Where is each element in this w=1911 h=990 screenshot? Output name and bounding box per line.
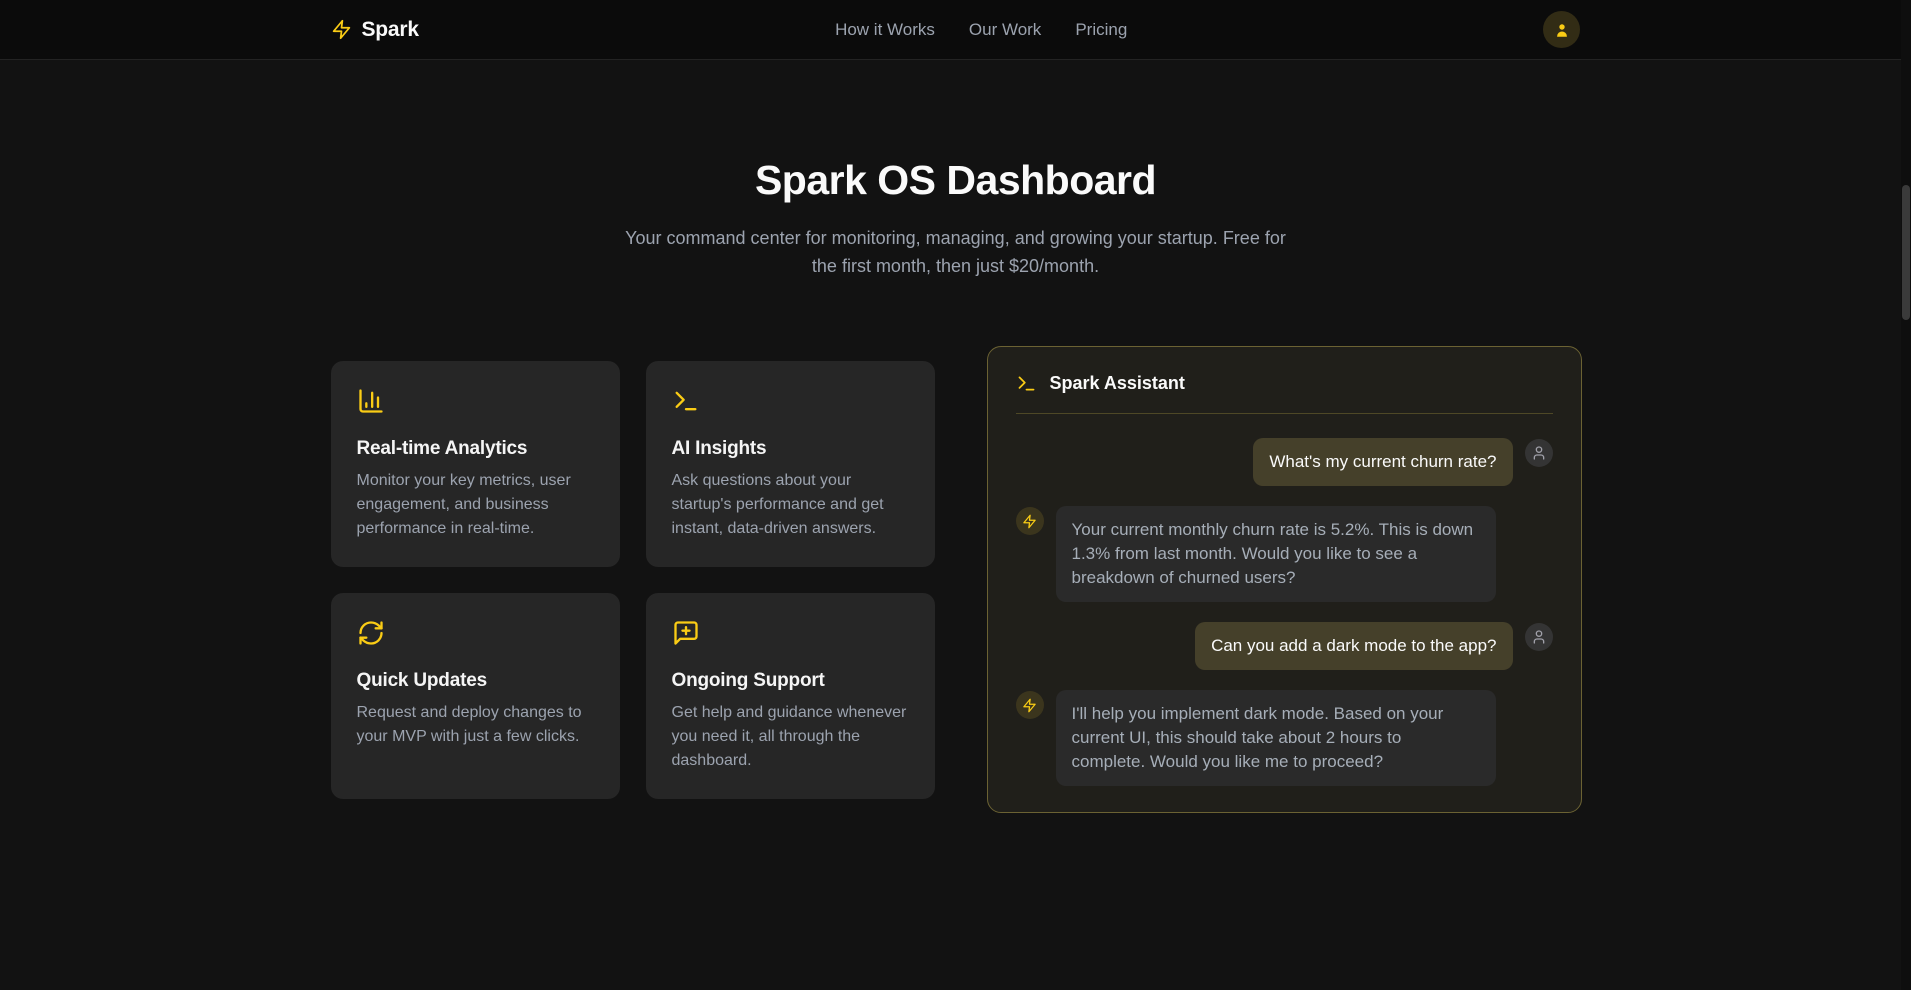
brand-logo[interactable]: Spark <box>331 18 419 42</box>
account-avatar-button[interactable] <box>1543 11 1580 48</box>
bar-chart-icon <box>357 387 594 420</box>
feature-card-ai-insights: AI Insights Ask questions about your sta… <box>646 361 935 567</box>
assistant-message-bubble: Your current monthly churn rate is 5.2%.… <box>1056 506 1496 602</box>
feature-title: AI Insights <box>672 438 909 460</box>
hero-section: Spark OS Dashboard Your command center f… <box>0 60 1911 280</box>
chat-message-assistant: I'll help you implement dark mode. Based… <box>1016 690 1553 786</box>
feature-title: Quick Updates <box>357 670 594 692</box>
user-icon <box>1553 21 1571 39</box>
refresh-icon <box>357 619 594 652</box>
user-message-bubble: Can you add a dark mode to the app? <box>1195 622 1512 670</box>
spark-bot-avatar <box>1016 507 1044 535</box>
spark-assistant-panel: Spark Assistant What's my current churn … <box>987 346 1582 813</box>
feature-card-ongoing-support: Ongoing Support Get help and guidance wh… <box>646 593 935 799</box>
navbar: Spark How it Works Our Work Pricing <box>0 0 1911 60</box>
feature-card-real-time-analytics: Real-time Analytics Monitor your key met… <box>331 361 620 567</box>
scrollbar-thumb[interactable] <box>1902 185 1910 320</box>
assistant-title: Spark Assistant <box>1050 373 1185 394</box>
lightning-bolt-icon <box>1022 514 1037 529</box>
chat-message-user: What's my current churn rate? <box>1016 438 1553 486</box>
chat-message-user: Can you add a dark mode to the app? <box>1016 622 1553 670</box>
assistant-message-bubble: I'll help you implement dark mode. Based… <box>1056 690 1496 786</box>
chat-messages: What's my current churn rate? Your curre… <box>1016 414 1553 786</box>
nav-link-how-it-works[interactable]: How it Works <box>835 20 935 40</box>
hero-subtitle: Your command center for monitoring, mana… <box>618 224 1294 280</box>
terminal-icon <box>672 387 909 420</box>
nav-links: How it Works Our Work Pricing <box>835 20 1127 40</box>
terminal-icon <box>1016 373 1037 394</box>
spark-bot-avatar <box>1016 691 1044 719</box>
nav-link-pricing[interactable]: Pricing <box>1075 20 1127 40</box>
main-content: Spark OS Dashboard Your command center f… <box>0 60 1911 813</box>
feature-card-quick-updates: Quick Updates Request and deploy changes… <box>331 593 620 799</box>
message-square-plus-icon <box>672 619 909 652</box>
lightning-bolt-icon <box>1022 698 1037 713</box>
feature-description: Ask questions about your startup's perfo… <box>672 469 909 541</box>
feature-title: Ongoing Support <box>672 670 909 692</box>
features-grid: Real-time Analytics Monitor your key met… <box>331 361 935 799</box>
page-title: Spark OS Dashboard <box>0 157 1911 204</box>
scrollbar <box>1901 0 1911 990</box>
feature-description: Get help and guidance whenever you need … <box>672 701 909 773</box>
nav-link-our-work[interactable]: Our Work <box>969 20 1041 40</box>
user-avatar <box>1525 439 1553 467</box>
user-message-bubble: What's my current churn rate? <box>1253 438 1512 486</box>
feature-description: Request and deploy changes to your MVP w… <box>357 701 594 749</box>
user-icon <box>1531 629 1547 645</box>
brand-label: Spark <box>362 18 419 42</box>
user-icon <box>1531 445 1547 461</box>
feature-title: Real-time Analytics <box>357 438 594 460</box>
user-avatar <box>1525 623 1553 651</box>
feature-description: Monitor your key metrics, user engagemen… <box>357 469 594 541</box>
chat-message-assistant: Your current monthly churn rate is 5.2%.… <box>1016 506 1553 602</box>
lightning-bolt-icon <box>331 19 352 40</box>
assistant-header: Spark Assistant <box>1016 373 1553 414</box>
